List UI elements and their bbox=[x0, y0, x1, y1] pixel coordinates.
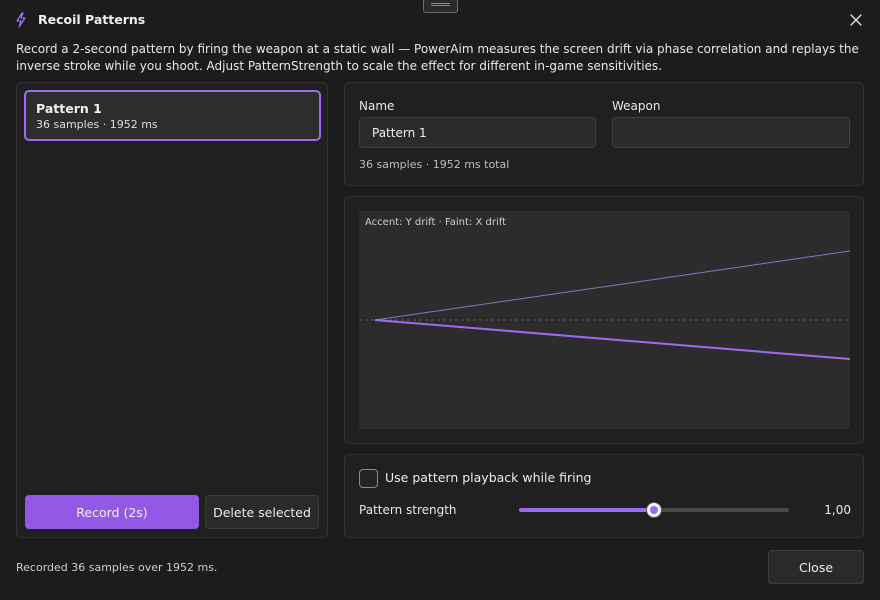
pattern-list-item[interactable]: Pattern 1 36 samples · 1952 ms bbox=[24, 90, 321, 141]
drift-chart-panel: Accent: Y drift · Faint: X drift bbox=[344, 196, 864, 444]
delete-selected-button[interactable]: Delete selected bbox=[205, 495, 319, 529]
pattern-strength-value: 1,00 bbox=[824, 503, 851, 517]
slider-fill bbox=[519, 508, 654, 512]
record-button[interactable]: Record (2s) bbox=[25, 495, 199, 529]
description-text: Record a 2-second pattern by firing the … bbox=[16, 42, 859, 73]
playback-checkbox[interactable] bbox=[359, 469, 378, 488]
close-icon[interactable] bbox=[848, 12, 864, 28]
pattern-strength-slider[interactable] bbox=[519, 502, 789, 518]
status-text: Recorded 36 samples over 1952 ms. bbox=[16, 561, 218, 574]
pattern-meta: 36 samples · 1952 ms bbox=[36, 118, 158, 131]
playback-panel: Use pattern playback while firing Patter… bbox=[344, 454, 864, 538]
pattern-total-meta: 36 samples · 1952 ms total bbox=[359, 158, 510, 171]
title-bar: Recoil Patterns bbox=[0, 0, 880, 40]
weapon-label: Weapon bbox=[612, 99, 661, 113]
weapon-input[interactable] bbox=[612, 117, 850, 148]
playback-checkbox-label: Use pattern playback while firing bbox=[385, 470, 592, 485]
drift-chart-svg: Accent: Y drift · Faint: X drift bbox=[359, 217, 850, 361]
pattern-list-panel: Pattern 1 36 samples · 1952 ms Record (2… bbox=[16, 82, 328, 538]
pattern-name: Pattern 1 bbox=[36, 101, 102, 116]
chart-legend: Accent: Y drift · Faint: X drift bbox=[365, 217, 506, 228]
chart-series-y-drift bbox=[374, 319, 850, 361]
window-title: Recoil Patterns bbox=[38, 12, 146, 27]
pattern-details-panel: Name Weapon 36 samples · 1952 ms total bbox=[344, 82, 864, 186]
name-input[interactable] bbox=[359, 117, 596, 148]
drift-chart: Accent: Y drift · Faint: X drift bbox=[359, 211, 850, 429]
lightning-icon bbox=[16, 12, 26, 28]
chart-series-x-drift bbox=[374, 250, 850, 321]
slider-thumb[interactable] bbox=[646, 502, 662, 518]
pattern-strength-label: Pattern strength bbox=[359, 503, 457, 517]
close-button[interactable]: Close bbox=[768, 550, 864, 584]
name-label: Name bbox=[359, 99, 395, 113]
